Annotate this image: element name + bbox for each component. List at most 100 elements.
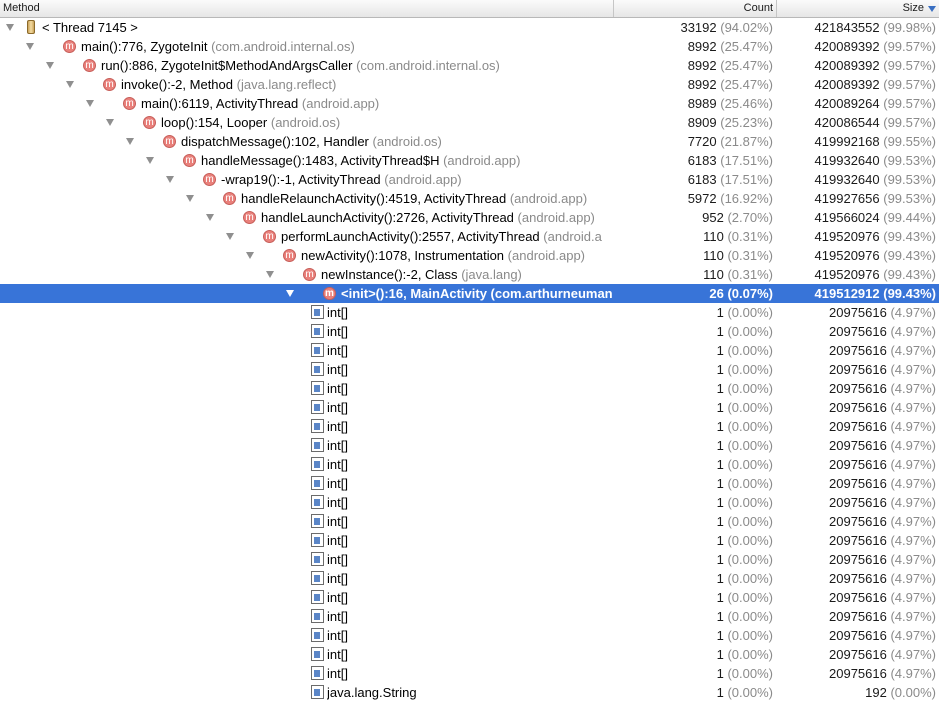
tree-row-label: invoke():-2, Method (java.lang.reflect) (121, 75, 336, 94)
tree-row[interactable]: m invoke():-2, Method (java.lang.reflect)… (0, 75, 939, 94)
tree-row[interactable]: int[] 1 (0.00%) 20975616 (4.97%) (0, 645, 939, 664)
size-cell: 20975616 (4.97%) (776, 645, 936, 664)
count-percent: (0.00%) (727, 495, 773, 510)
count-value: 26 (709, 286, 724, 301)
method-icon: m (263, 230, 276, 243)
tree-row[interactable]: int[] 1 (0.00%) 20975616 (4.97%) (0, 531, 939, 550)
tree-row[interactable]: int[] 1 (0.00%) 20975616 (4.97%) (0, 341, 939, 360)
package-name: (android.app) (517, 210, 595, 225)
size-value: 20975616 (829, 666, 887, 681)
tree-row[interactable]: m dispatchMessage():102, Handler (android… (0, 132, 939, 151)
sort-descending-icon (928, 6, 936, 12)
tree-row[interactable]: m performLaunchActivity():2557, ActivityT… (0, 227, 939, 246)
count-value: 8992 (687, 58, 717, 73)
expand-triangle-icon[interactable] (66, 81, 74, 88)
tree-row[interactable]: m main():6119, ActivityThread (android.ap… (0, 94, 939, 113)
expand-triangle-icon[interactable] (86, 100, 94, 107)
expand-triangle-icon[interactable] (166, 176, 174, 183)
tree-row[interactable]: int[] 1 (0.00%) 20975616 (4.97%) (0, 303, 939, 322)
method-name: int[] (327, 552, 348, 567)
size-cell: 420089392 (99.57%) (776, 37, 936, 56)
size-value: 20975616 (829, 609, 887, 624)
tree-row[interactable]: m run():886, ZygoteInit$MethodAndArgsCall… (0, 56, 939, 75)
tree-row[interactable]: java.lang.String 1 (0.00%) 192 (0.00%) (0, 683, 939, 702)
method-name: run():886, ZygoteInit$MethodAndArgsCalle… (101, 58, 353, 73)
count-column-header[interactable]: Count (613, 0, 776, 17)
count-percent: (0.00%) (727, 381, 773, 396)
tree-row[interactable]: m newInstance():-2, Class (java.lang) 110 … (0, 265, 939, 284)
expand-triangle-icon[interactable] (126, 138, 134, 145)
count-cell: 8992 (25.47%) (613, 37, 773, 56)
method-icon: m (103, 78, 116, 91)
count-value: 5972 (687, 191, 717, 206)
tree-row[interactable]: m handleMessage():1483, ActivityThread$H … (0, 151, 939, 170)
tree-row[interactable]: int[] 1 (0.00%) 20975616 (4.97%) (0, 607, 939, 626)
size-value: 420089392 (814, 39, 880, 54)
tree-row[interactable]: m -wrap19():-1, ActivityThread (android.a… (0, 170, 939, 189)
tree-row[interactable]: int[] 1 (0.00%) 20975616 (4.97%) (0, 664, 939, 683)
tree-row[interactable]: int[] 1 (0.00%) 20975616 (4.97%) (0, 550, 939, 569)
expand-triangle-icon[interactable] (226, 233, 234, 240)
tree-row[interactable]: int[] 1 (0.00%) 20975616 (4.97%) (0, 436, 939, 455)
tree-row[interactable]: int[] 1 (0.00%) 20975616 (4.97%) (0, 588, 939, 607)
method-name: int[] (327, 609, 348, 624)
count-value: 1 (716, 590, 724, 605)
tree-row-label: int[] (327, 531, 348, 550)
size-value: 420089264 (814, 96, 880, 111)
object-icon (311, 495, 324, 509)
tree-row[interactable]: int[] 1 (0.00%) 20975616 (4.97%) (0, 417, 939, 436)
count-value: 8989 (687, 96, 717, 111)
size-value: 419932640 (814, 172, 880, 187)
tree-row-label: int[] (327, 360, 348, 379)
tree-row[interactable]: int[] 1 (0.00%) 20975616 (4.97%) (0, 455, 939, 474)
method-name: newActivity():1078, Instrumentation (301, 248, 505, 263)
size-cell: 20975616 (4.97%) (776, 398, 936, 417)
tree-row-label: run():886, ZygoteInit$MethodAndArgsCalle… (101, 56, 500, 75)
size-percent: (4.97%) (890, 457, 936, 472)
expand-triangle-icon[interactable] (246, 252, 254, 259)
count-value: 6183 (687, 172, 717, 187)
tree-row[interactable]: m handleRelaunchActivity():4519, Activity… (0, 189, 939, 208)
object-icon (311, 590, 324, 604)
tree-row[interactable]: < Thread 7145 >33192 (94.02%) 421843552 (… (0, 18, 939, 37)
size-value: 20975616 (829, 552, 887, 567)
expand-triangle-icon[interactable] (186, 195, 194, 202)
package-name: (android.a (543, 229, 602, 244)
method-name: int[] (327, 438, 348, 453)
expand-triangle-icon[interactable] (266, 271, 274, 278)
tree-row-label: -wrap19():-1, ActivityThread (android.ap… (221, 170, 462, 189)
tree-row[interactable]: int[] 1 (0.00%) 20975616 (4.97%) (0, 474, 939, 493)
tree-row[interactable]: int[] 1 (0.00%) 20975616 (4.97%) (0, 379, 939, 398)
expand-triangle-icon[interactable] (146, 157, 154, 164)
count-percent: (0.00%) (727, 476, 773, 491)
count-cell: 1 (0.00%) (613, 626, 773, 645)
expand-triangle-icon[interactable] (106, 119, 114, 126)
expand-triangle-icon[interactable] (206, 214, 214, 221)
count-cell: 1 (0.00%) (613, 569, 773, 588)
expand-triangle-icon[interactable] (286, 290, 294, 297)
size-value: 20975616 (829, 400, 887, 415)
tree-row[interactable]: m <init>():16, MainActivity (com.arthurne… (0, 284, 939, 303)
expand-triangle-icon[interactable] (26, 43, 34, 50)
size-percent: (99.57%) (883, 58, 936, 73)
expand-triangle-icon[interactable] (46, 62, 54, 69)
tree-row[interactable]: int[] 1 (0.00%) 20975616 (4.97%) (0, 360, 939, 379)
tree-row[interactable]: int[] 1 (0.00%) 20975616 (4.97%) (0, 322, 939, 341)
tree-row[interactable]: m loop():154, Looper (android.os) 8909 (25… (0, 113, 939, 132)
size-percent: (99.43%) (883, 248, 936, 263)
tree-row[interactable]: m newActivity():1078, Instrumentation (an… (0, 246, 939, 265)
tree-row[interactable]: int[] 1 (0.00%) 20975616 (4.97%) (0, 493, 939, 512)
tree-row[interactable]: int[] 1 (0.00%) 20975616 (4.97%) (0, 398, 939, 417)
size-value: 20975616 (829, 495, 887, 510)
method-column-header[interactable]: Method (0, 0, 613, 17)
expand-triangle-icon[interactable] (6, 24, 14, 31)
method-name: main():776, ZygoteInit (81, 39, 208, 54)
tree-row[interactable]: int[] 1 (0.00%) 20975616 (4.97%) (0, 569, 939, 588)
tree-row[interactable]: int[] 1 (0.00%) 20975616 (4.97%) (0, 512, 939, 531)
tree-row[interactable]: m handleLaunchActivity():2726, ActivityTh… (0, 208, 939, 227)
size-column-header[interactable]: Size (776, 0, 939, 17)
tree-row[interactable]: m main():776, ZygoteInit (com.android.int… (0, 37, 939, 56)
tree-row[interactable]: int[] 1 (0.00%) 20975616 (4.97%) (0, 626, 939, 645)
count-percent: (0.00%) (727, 362, 773, 377)
package-name: (android.app) (384, 172, 462, 187)
